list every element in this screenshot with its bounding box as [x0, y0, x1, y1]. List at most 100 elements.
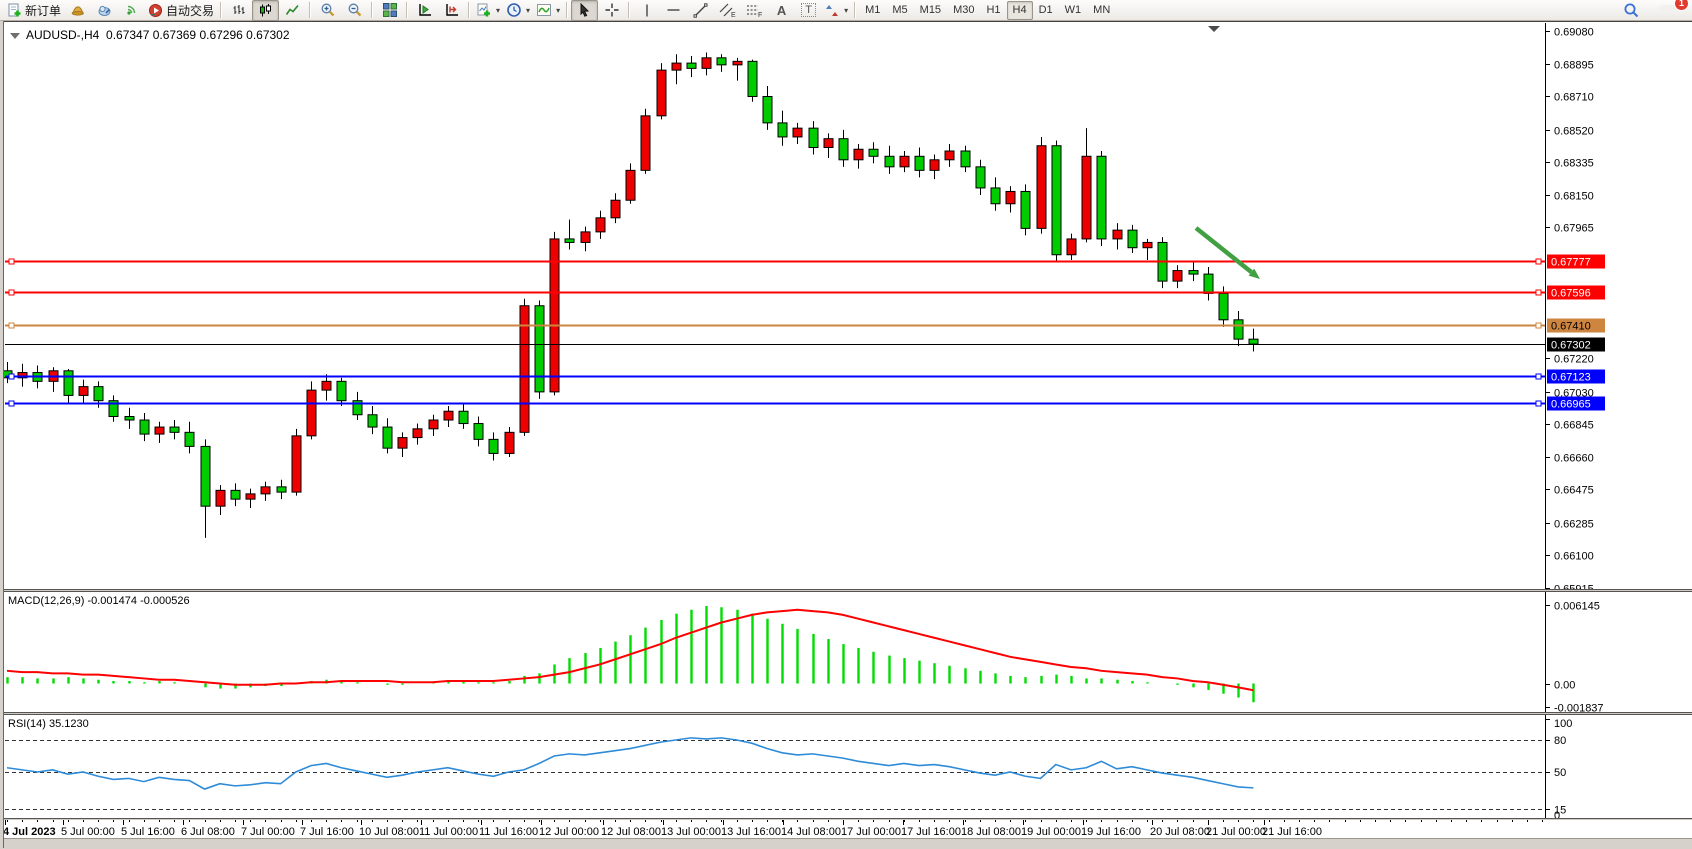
autotrading-label: 自动交易 — [166, 2, 214, 19]
macd-indicator-pane[interactable]: 0.0061450.00-0.001837 — [0, 592, 1692, 712]
svg-text:0.68335: 0.68335 — [1554, 158, 1594, 170]
svg-text:0: 0 — [1554, 810, 1560, 818]
svg-text:12 Jul 08:00: 12 Jul 08:00 — [601, 826, 661, 838]
svg-text:21 Jul 00:00: 21 Jul 00:00 — [1206, 826, 1266, 838]
chart-shift-marker-icon — [1208, 26, 1220, 32]
timeframe-w1-button[interactable]: W1 — [1059, 1, 1088, 20]
time-axis[interactable]: 4 Jul 20235 Jul 00:005 Jul 16:006 Jul 08… — [0, 820, 1692, 838]
notification-count-badge: 1 — [1674, 0, 1689, 11]
candle-chart-mode-button[interactable] — [252, 0, 279, 21]
label-tool-label: T — [801, 3, 816, 17]
notifications-button[interactable]: 1 — [1655, 0, 1682, 21]
svg-text:0.66845: 0.66845 — [1554, 420, 1594, 432]
toolbar-separator — [309, 2, 311, 18]
new-chart-button[interactable]: ▾ — [473, 0, 503, 21]
line-chart-mode-button[interactable] — [279, 0, 306, 21]
horizontal-line-tool-button[interactable] — [660, 0, 687, 21]
svg-text:19 Jul 16:00: 19 Jul 16:00 — [1081, 826, 1141, 838]
chart-window: 0.690800.688950.687100.685200.683350.681… — [0, 21, 1692, 848]
svg-text:0.68895: 0.68895 — [1554, 60, 1594, 72]
text-label-tool-button[interactable]: T — [795, 0, 822, 21]
wizard-hat-icon — [70, 3, 85, 18]
indicators-dropdown-icon[interactable]: ▾ — [556, 6, 560, 15]
periods-button[interactable]: ▾ — [503, 0, 533, 21]
svg-text:21 Jul 16:00: 21 Jul 16:00 — [1262, 826, 1322, 838]
zoom-in-icon — [320, 2, 336, 18]
autotrading-button[interactable]: 自动交易 — [145, 0, 217, 21]
zoom-in-button[interactable] — [314, 0, 341, 21]
symbol-dropdown-icon[interactable] — [10, 33, 20, 39]
svg-text:0.66475: 0.66475 — [1554, 485, 1594, 497]
chart-step-back-button[interactable] — [411, 0, 438, 21]
svg-text:11 Jul 16:00: 11 Jul 16:00 — [479, 826, 538, 838]
timeframe-mn-button[interactable]: MN — [1087, 1, 1116, 20]
clock-icon — [506, 2, 522, 18]
fibonacci-tool-button[interactable]: F — [741, 0, 768, 21]
metaeditor-button[interactable] — [91, 0, 118, 21]
svg-text:13 Jul 16:00: 13 Jul 16:00 — [721, 826, 781, 838]
svg-text:E: E — [731, 12, 736, 18]
price-chart-canvas[interactable]: 0.690800.688950.687100.685200.683350.681… — [0, 23, 1692, 589]
svg-text:17 Jul 00:00: 17 Jul 00:00 — [841, 826, 901, 838]
toolbar-separator — [468, 2, 470, 18]
svg-text:5 Jul 16:00: 5 Jul 16:00 — [121, 826, 175, 838]
timeframe-m15-button[interactable]: M15 — [914, 1, 947, 20]
equidistant-channel-tool-button[interactable]: E — [714, 0, 741, 21]
toolbar-separator — [566, 2, 568, 18]
svg-text:0.67965: 0.67965 — [1554, 223, 1594, 235]
svg-text:0.68150: 0.68150 — [1554, 191, 1594, 203]
trendline-icon — [693, 3, 708, 18]
candlestick-chart-icon — [258, 3, 273, 18]
svg-text:0.67410: 0.67410 — [1551, 321, 1591, 333]
bar-chart-mode-button[interactable] — [225, 0, 252, 21]
fibonacci-icon: F — [746, 3, 763, 18]
channel-icon: E — [719, 3, 736, 18]
new-order-button[interactable]: 新订单 — [4, 0, 64, 21]
indicators-button[interactable]: ▾ — [533, 0, 563, 21]
new-order-label: 新订单 — [25, 2, 61, 19]
timeframe-h1-button[interactable]: H1 — [980, 1, 1006, 20]
svg-text:0.66965: 0.66965 — [1551, 399, 1591, 411]
svg-text:0.67596: 0.67596 — [1551, 288, 1591, 300]
timeframe-m1-button[interactable]: M1 — [859, 1, 886, 20]
zoom-out-icon — [347, 2, 363, 18]
zoom-out-button[interactable] — [341, 0, 368, 21]
trendline-tool-button[interactable] — [687, 0, 714, 21]
svg-text:17 Jul 16:00: 17 Jul 16:00 — [901, 826, 961, 838]
mt4-terminal: { "toolbar": { "new_order_label": "新订单",… — [0, 0, 1692, 848]
new-chart-icon — [476, 2, 492, 18]
chart-step-forward-icon — [444, 2, 460, 18]
svg-text:13 Jul 00:00: 13 Jul 00:00 — [661, 826, 721, 838]
toolbar-separator — [854, 2, 856, 18]
search-button[interactable] — [1618, 0, 1645, 21]
chart-step-forward-button[interactable] — [438, 0, 465, 21]
signals-button[interactable] — [118, 0, 145, 21]
svg-text:80: 80 — [1554, 735, 1566, 747]
text-tool-label: A — [777, 3, 786, 18]
tile-windows-icon — [382, 2, 398, 18]
new-chart-dropdown-icon[interactable]: ▾ — [496, 6, 500, 15]
vertical-line-tool-button[interactable] — [633, 0, 660, 21]
svg-text:19 Jul 00:00: 19 Jul 00:00 — [1021, 826, 1081, 838]
rsi-indicator-pane[interactable]: 1008050150 — [0, 715, 1692, 818]
svg-text:0.68710: 0.68710 — [1554, 92, 1594, 104]
crosshair-tool-button[interactable] — [598, 0, 625, 21]
arrows-dropdown-icon[interactable]: ▾ — [844, 6, 848, 15]
cursor-tool-button[interactable] — [571, 0, 598, 21]
timeframe-m30-button[interactable]: M30 — [947, 1, 980, 20]
window-bottom-strip — [0, 838, 1692, 849]
text-tool-button[interactable]: A — [768, 0, 795, 21]
timeframe-d1-button[interactable]: D1 — [1033, 1, 1059, 20]
wizard-button[interactable] — [64, 0, 91, 21]
periods-dropdown-icon[interactable]: ▾ — [526, 6, 530, 15]
svg-text:20 Jul 08:00: 20 Jul 08:00 — [1150, 826, 1210, 838]
toolbar-separator — [220, 2, 222, 18]
toolbar-separator — [406, 2, 408, 18]
timeframe-m5-button[interactable]: M5 — [886, 1, 913, 20]
tile-windows-button[interactable] — [376, 0, 403, 21]
timeframe-h4-button[interactable]: H4 — [1007, 1, 1033, 20]
chart-title: AUDUSD-,H4 0.67347 0.67369 0.67296 0.673… — [10, 28, 290, 42]
indicators-icon — [536, 2, 552, 18]
svg-text:0.006145: 0.006145 — [1554, 601, 1600, 613]
arrows-tool-button[interactable]: ▾ — [822, 0, 851, 21]
